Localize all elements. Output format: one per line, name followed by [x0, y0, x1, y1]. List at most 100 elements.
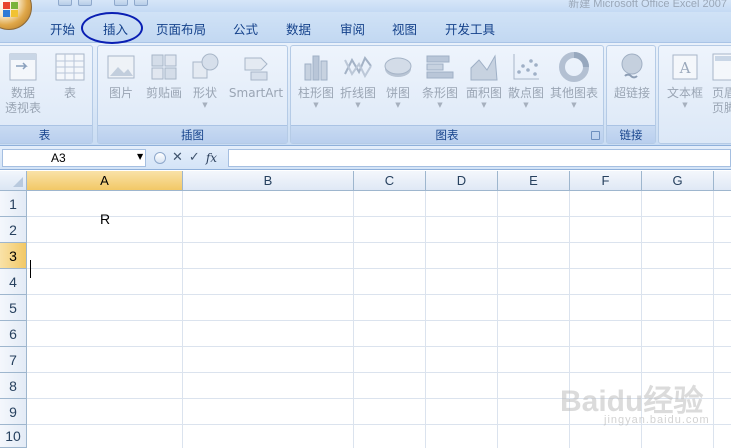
column-chart-button[interactable]: 柱形图 ▼ — [295, 52, 337, 109]
row-header-2[interactable]: 2 — [0, 217, 27, 243]
bar-chart-button[interactable]: 条形图 ▼ — [419, 52, 461, 109]
smartart-button[interactable]: SmartArt — [226, 52, 286, 101]
worksheet-grid[interactable]: A B C D E F G 1 2 3 4 5 6 7 8 9 10 R — [0, 171, 731, 448]
row-header-9[interactable]: 9 — [0, 399, 27, 425]
table-button[interactable]: 表 — [51, 52, 89, 101]
tab-insert[interactable]: 插入 — [103, 19, 128, 38]
tab-review[interactable]: 审阅 — [340, 19, 365, 38]
row-header-5[interactable]: 5 — [0, 295, 27, 321]
insert-function-icon[interactable]: fx — [206, 151, 217, 165]
other-charts-icon — [559, 52, 589, 82]
tab-page-layout[interactable]: 页面布局 — [156, 19, 206, 38]
bar-chart-label: 条形图 — [421, 86, 458, 100]
group-links: 超链接 链接 — [606, 45, 656, 144]
pivot-table-icon — [9, 53, 37, 81]
text-cursor — [30, 260, 31, 278]
column-header-c[interactable]: C — [354, 171, 426, 191]
tab-home[interactable]: 开始 — [50, 19, 75, 38]
formula-buttons: ✕ ✓ fx — [150, 149, 226, 167]
row-header-7[interactable]: 7 — [0, 347, 27, 373]
select-all-button[interactable] — [0, 171, 27, 191]
cancel-icon[interactable]: ✕ — [172, 151, 183, 165]
table-label: 表 — [63, 86, 76, 100]
column-header-d[interactable]: D — [426, 171, 498, 191]
column-header-e[interactable]: E — [498, 171, 570, 191]
tab-view[interactable]: 视图 — [392, 19, 417, 38]
picture-label: 图片 — [108, 86, 133, 100]
textbox-dropdown-icon: ▼ — [682, 101, 688, 109]
pivot-table-label-1: 数据 — [10, 86, 35, 100]
column-header-f[interactable]: F — [570, 171, 642, 191]
row-header-4[interactable]: 4 — [0, 269, 27, 295]
tab-developer[interactable]: 开发工具 — [445, 19, 495, 38]
group-tables: 数据 透视表 表 表 — [0, 45, 93, 144]
smartart-icon — [244, 57, 268, 81]
qat-separator — [98, 0, 108, 6]
tab-formulas[interactable]: 公式 — [233, 19, 258, 38]
line-chart-button[interactable]: 折线图 ▼ — [337, 52, 379, 109]
name-box[interactable]: A3 — [2, 149, 146, 167]
column-header-g[interactable]: G — [642, 171, 714, 191]
gridline — [27, 242, 731, 243]
print-preview-icon[interactable] — [134, 0, 148, 6]
column-chart-icon — [304, 55, 328, 81]
textbox-label: 文本框 — [666, 86, 703, 100]
column-header-a[interactable]: A — [27, 171, 183, 191]
row-header-10[interactable]: 10 — [0, 425, 27, 448]
redo-icon[interactable] — [114, 0, 128, 6]
charts-dialog-launcher-icon[interactable] — [591, 131, 600, 140]
group-charts: 柱形图 ▼ 折线图 ▼ 饼图 ▼ 条形图 ▼ 面积图 ▼ 散点图 ▼ 其他图表 … — [290, 45, 604, 144]
textbox-icon: A — [672, 54, 698, 80]
picture-button[interactable]: 图片 — [104, 52, 138, 101]
gridline — [27, 398, 731, 399]
group-illustrations: 图片 剪贴画 形状 ▼ SmartArt 插图 — [97, 45, 288, 144]
hyperlink-button[interactable]: 超链接 — [610, 52, 654, 101]
header-footer-icon — [712, 53, 731, 81]
office-logo-icon — [3, 2, 19, 18]
table-icon — [55, 53, 85, 81]
header-footer-label-1: 页眉 — [711, 86, 731, 100]
bar-chart-dropdown-icon: ▼ — [437, 101, 443, 109]
pivot-table-button[interactable]: 数据 透视表 — [1, 52, 45, 116]
column-header-b[interactable]: B — [183, 171, 354, 191]
enter-icon[interactable]: ✓ — [189, 151, 200, 165]
scatter-chart-button[interactable]: 散点图 ▼ — [505, 52, 547, 109]
gridline — [27, 294, 731, 295]
formula-bar: A3 ▼ ✕ ✓ fx — [0, 146, 731, 170]
ribbon: 数据 透视表 表 表 图片 剪贴画 形状 ▼ SmartArt 插图 柱形图 ▼… — [0, 42, 731, 146]
header-footer-label-2: 页脚 — [711, 101, 731, 115]
scatter-chart-label: 散点图 — [507, 86, 544, 100]
area-chart-icon — [470, 54, 498, 81]
clipart-label: 剪贴画 — [145, 86, 182, 100]
textbox-button[interactable]: A 文本框 ▼ — [663, 52, 707, 109]
name-box-dropdown-icon[interactable]: ▼ — [137, 152, 143, 161]
other-charts-button[interactable]: 其他图表 ▼ — [547, 52, 601, 109]
pie-chart-button[interactable]: 饼图 ▼ — [383, 52, 413, 109]
formula-bar-handle-icon[interactable] — [154, 152, 166, 164]
row-header-1[interactable]: 1 — [0, 191, 27, 217]
shapes-button[interactable]: 形状 ▼ — [190, 52, 220, 109]
formula-input[interactable] — [228, 149, 731, 167]
clipart-button[interactable]: 剪贴画 — [142, 52, 186, 101]
row-header-3[interactable]: 3 — [0, 243, 27, 269]
other-charts-dropdown-icon: ▼ — [571, 101, 577, 109]
area-chart-button[interactable]: 面积图 ▼ — [463, 52, 505, 109]
row-header-6[interactable]: 6 — [0, 321, 27, 347]
column-header-h-partial[interactable] — [714, 171, 731, 191]
hyperlink-label: 超链接 — [613, 86, 650, 100]
pie-chart-label: 饼图 — [385, 86, 410, 100]
row-header-8[interactable]: 8 — [0, 373, 27, 399]
tab-data[interactable]: 数据 — [286, 19, 311, 38]
gridline — [27, 372, 731, 373]
group-illustrations-label: 插图 — [98, 125, 287, 143]
scatter-chart-icon — [513, 54, 539, 80]
quick-access-toolbar — [58, 0, 148, 8]
header-footer-button[interactable]: 页眉 页脚 — [709, 52, 731, 116]
cell-a1[interactable]: R — [100, 211, 110, 227]
save-icon[interactable] — [58, 0, 72, 6]
area-chart-label: 面积图 — [465, 86, 502, 100]
undo-icon[interactable] — [78, 0, 92, 6]
picture-icon — [107, 55, 135, 79]
gridline — [27, 320, 731, 321]
column-chart-label: 柱形图 — [297, 86, 334, 100]
